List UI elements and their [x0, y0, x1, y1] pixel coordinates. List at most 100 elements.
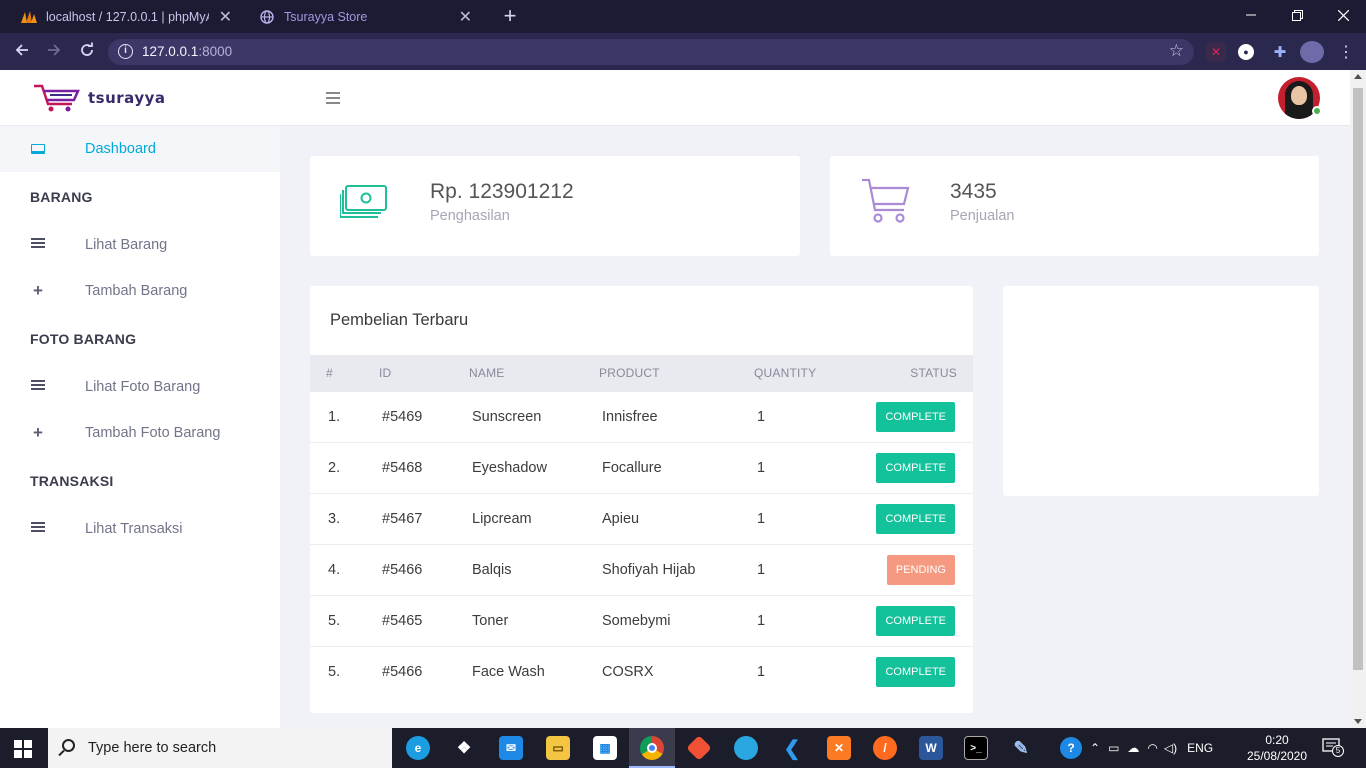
- minimize-button[interactable]: [1228, 0, 1274, 30]
- chrome-icon: [640, 736, 664, 760]
- address-bar[interactable]: i 127.0.0.1:8000 ☆: [108, 39, 1194, 65]
- taskbar-app-git[interactable]: [676, 728, 722, 768]
- taskbar-app-edge[interactable]: e: [395, 728, 441, 768]
- back-button[interactable]: [11, 41, 33, 63]
- table-row[interactable]: 5. #5465 Toner Somebymi 1 COMPLETE: [310, 596, 973, 647]
- taskbar-app-sublime[interactable]: /: [862, 728, 908, 768]
- row-number: 5.: [328, 613, 341, 629]
- scroll-down-icon[interactable]: [1354, 719, 1362, 724]
- taskbar-app-explorer[interactable]: ▭: [535, 728, 581, 768]
- minimize-icon: [1246, 14, 1256, 16]
- taskbar-app-vscode[interactable]: ❮: [769, 728, 815, 768]
- close-tab-icon[interactable]: ✕: [219, 7, 232, 27]
- reload-button[interactable]: [76, 41, 98, 63]
- page-scrollbar[interactable]: [1350, 70, 1366, 728]
- shopping-cart-icon: [862, 178, 910, 223]
- browser-tab-tsurayya[interactable]: Tsurayya Store ✕: [248, 0, 484, 33]
- sidebar-item-dashboard[interactable]: Dashboard: [0, 137, 280, 161]
- sidebar-item-lihat-barang[interactable]: Lihat Barang: [0, 233, 280, 257]
- taskbar-app-chrome[interactable]: [629, 728, 675, 768]
- close-window-button[interactable]: [1320, 0, 1366, 30]
- battery-icon[interactable]: ▭: [1108, 741, 1119, 755]
- arrow-left-icon: [15, 44, 28, 56]
- table-row[interactable]: 3. #5467 Lipcream Apieu 1 COMPLETE: [310, 494, 973, 545]
- taskbar-clock[interactable]: 0:20 25/08/2020: [1240, 732, 1314, 764]
- menu-toggle-button[interactable]: [326, 92, 340, 107]
- chevron-up-icon[interactable]: ⌃: [1090, 741, 1100, 755]
- close-tab-icon[interactable]: ✕: [459, 7, 472, 27]
- help-icon[interactable]: ?: [1060, 737, 1082, 759]
- recent-purchases-card: Pembelian Terbaru # ID NAME PRODUCT QUAN…: [310, 286, 973, 713]
- notification-center-button[interactable]: 5: [1322, 738, 1344, 758]
- sidebar-item-label: Tambah Foto Barang: [85, 425, 221, 441]
- browser-tab-bar: localhost / 127.0.0.1 | phpMyAdm ✕ Tsura…: [0, 0, 1366, 33]
- row-number: 2.: [328, 460, 341, 476]
- taskbar-app-terminal[interactable]: >_: [953, 728, 999, 768]
- column-header: #: [326, 366, 333, 380]
- table-row[interactable]: 4. #5466 Balqis Shofiyah Hijab 1 PENDING: [310, 545, 973, 596]
- search-icon: [62, 739, 75, 752]
- sidebar-item-lihat-transaksi[interactable]: Lihat Transaksi: [0, 517, 280, 541]
- speaker-icon[interactable]: ◁): [1164, 741, 1177, 755]
- list-icon: [30, 379, 46, 395]
- column-header: PRODUCT: [599, 366, 660, 380]
- taskbar-app-paint[interactable]: ✎: [998, 728, 1044, 768]
- extensions-puzzle-icon[interactable]: ✚: [1270, 42, 1290, 62]
- sidebar-item-tambah-foto-barang[interactable]: + Tambah Foto Barang: [0, 421, 280, 445]
- taskbar-search-box[interactable]: Type here to search: [48, 728, 392, 768]
- wifi-icon[interactable]: ◠: [1147, 741, 1157, 755]
- column-header: STATUS: [910, 366, 957, 380]
- bookmark-star-icon[interactable]: ☆: [1169, 41, 1184, 61]
- word-icon: W: [919, 736, 943, 760]
- new-tab-button[interactable]: +: [498, 4, 522, 28]
- column-header: QUANTITY: [754, 366, 817, 380]
- windows-start-button[interactable]: [14, 740, 32, 758]
- taskbar-app-word[interactable]: W: [908, 728, 954, 768]
- sales-card: 3435 Penjualan: [830, 156, 1319, 256]
- brand-logo[interactable]: tsurayya: [32, 82, 166, 114]
- taskbar-app-xampp[interactable]: ✕: [816, 728, 862, 768]
- taskbar-app-mail[interactable]: ✉: [488, 728, 534, 768]
- table-row[interactable]: 1. #5469 Sunscreen Innisfree 1 COMPLETE: [310, 392, 973, 443]
- row-name: Face Wash: [472, 664, 545, 680]
- windows-taskbar: Type here to search e ❖ ✉ ▭ ▦ ❮ ✕ / W >_…: [0, 728, 1366, 768]
- xampp-icon: ✕: [827, 736, 851, 760]
- arrow-right-icon: [48, 44, 61, 56]
- scroll-up-icon[interactable]: [1354, 74, 1362, 79]
- status-badge: COMPLETE: [876, 606, 955, 636]
- search-placeholder: Type here to search: [88, 740, 217, 756]
- language-indicator[interactable]: ENG: [1187, 741, 1213, 755]
- taskbar-app-dropbox[interactable]: ❖: [441, 728, 487, 768]
- sidebar-item-lihat-foto-barang[interactable]: Lihat Foto Barang: [0, 375, 280, 399]
- scrollbar-thumb[interactable]: [1353, 88, 1363, 670]
- mail-icon: ✉: [499, 736, 523, 760]
- restore-button[interactable]: [1274, 0, 1320, 30]
- taskbar-app-elephant[interactable]: [723, 728, 769, 768]
- browser-tab-phpmyadmin[interactable]: localhost / 127.0.0.1 | phpMyAdm ✕: [8, 0, 244, 33]
- row-number: 5.: [328, 664, 341, 680]
- url-text[interactable]: 127.0.0.1:8000: [142, 44, 232, 59]
- forward-button[interactable]: [43, 41, 65, 63]
- extension-x-icon[interactable]: ✕: [1206, 42, 1226, 62]
- menu-kebab-icon[interactable]: ⋮: [1336, 42, 1356, 62]
- sidebar-item-label: Lihat Foto Barang: [85, 379, 201, 395]
- table-row[interactable]: 2. #5468 Eyeshadow Focallure 1 COMPLETE: [310, 443, 973, 494]
- sales-label: Penjualan: [950, 208, 1015, 224]
- extension-circle-icon[interactable]: ●: [1238, 44, 1254, 60]
- status-badge: COMPLETE: [876, 504, 955, 534]
- row-name: Balqis: [472, 562, 512, 578]
- globe-icon: [260, 9, 274, 24]
- taskbar-app-store[interactable]: ▦: [582, 728, 628, 768]
- sidebar-item-tambah-barang[interactable]: + Tambah Barang: [0, 279, 280, 303]
- table-header: # ID NAME PRODUCT QUANTITY STATUS: [310, 355, 973, 392]
- row-quantity: 1: [757, 511, 766, 527]
- profile-avatar-icon[interactable]: [1300, 41, 1324, 63]
- table-row[interactable]: 5. #5466 Face Wash COSRX 1 COMPLETE: [310, 647, 973, 698]
- row-name: Lipcream: [472, 511, 532, 527]
- side-panel-card: [1003, 286, 1319, 496]
- info-icon[interactable]: i: [118, 44, 133, 59]
- row-number: 1.: [328, 409, 341, 425]
- network-warning-icon[interactable]: ☁: [1127, 741, 1139, 755]
- row-quantity: 1: [757, 664, 766, 680]
- row-product: COSRX: [602, 664, 654, 680]
